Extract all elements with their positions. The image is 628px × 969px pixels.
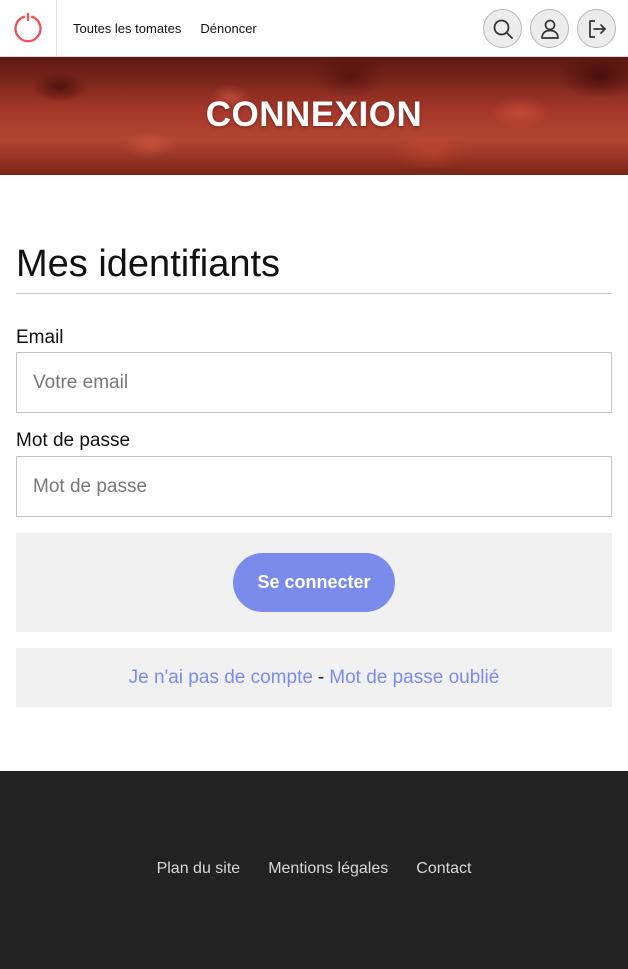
email-field[interactable]: [16, 352, 612, 413]
footer-link-contact[interactable]: Contact: [416, 860, 471, 878]
site-header: Toutes les tomates Dénoncer: [0, 0, 628, 57]
power-logo-icon: [14, 12, 42, 43]
user-icon: [540, 19, 559, 39]
header-actions: [475, 9, 616, 48]
credentials-heading: Mes identifiants: [16, 243, 281, 285]
password-label: Mot de passe: [16, 430, 131, 451]
password-field[interactable]: [16, 456, 612, 517]
footer-nav: Plan du site Mentions légales Contact: [0, 860, 628, 878]
main-nav: Toutes les tomates Dénoncer: [73, 21, 276, 36]
footer-link-sitemap[interactable]: Plan du site: [157, 860, 241, 878]
submit-panel: Se connecter: [16, 533, 612, 632]
footer-link-legal[interactable]: Mentions légales: [268, 860, 388, 878]
links-separator: -: [317, 666, 325, 688]
search-icon: [493, 19, 513, 39]
account-links-panel: Je n'ai pas de compte - Mot de passe oub…: [16, 648, 612, 707]
site-footer: Plan du site Mentions légales Contact: [0, 771, 628, 969]
heading-divider: [16, 293, 612, 294]
register-link[interactable]: Je n'ai pas de compte: [129, 667, 313, 689]
nav-all-tomatoes[interactable]: Toutes les tomates: [73, 21, 181, 36]
page-banner: CONNEXION: [0, 57, 628, 175]
logout-icon: [588, 19, 606, 38]
login-button[interactable]: Se connecter: [233, 553, 395, 612]
logout-button[interactable]: [577, 9, 616, 48]
email-label: Email: [16, 327, 64, 348]
nav-report[interactable]: Dénoncer: [200, 21, 256, 36]
account-button[interactable]: [530, 9, 569, 48]
forgot-password-link[interactable]: Mot de passe oublié: [329, 667, 499, 689]
search-button[interactable]: [483, 9, 522, 48]
page-title: CONNEXION: [205, 95, 423, 134]
logo[interactable]: [0, 0, 57, 56]
